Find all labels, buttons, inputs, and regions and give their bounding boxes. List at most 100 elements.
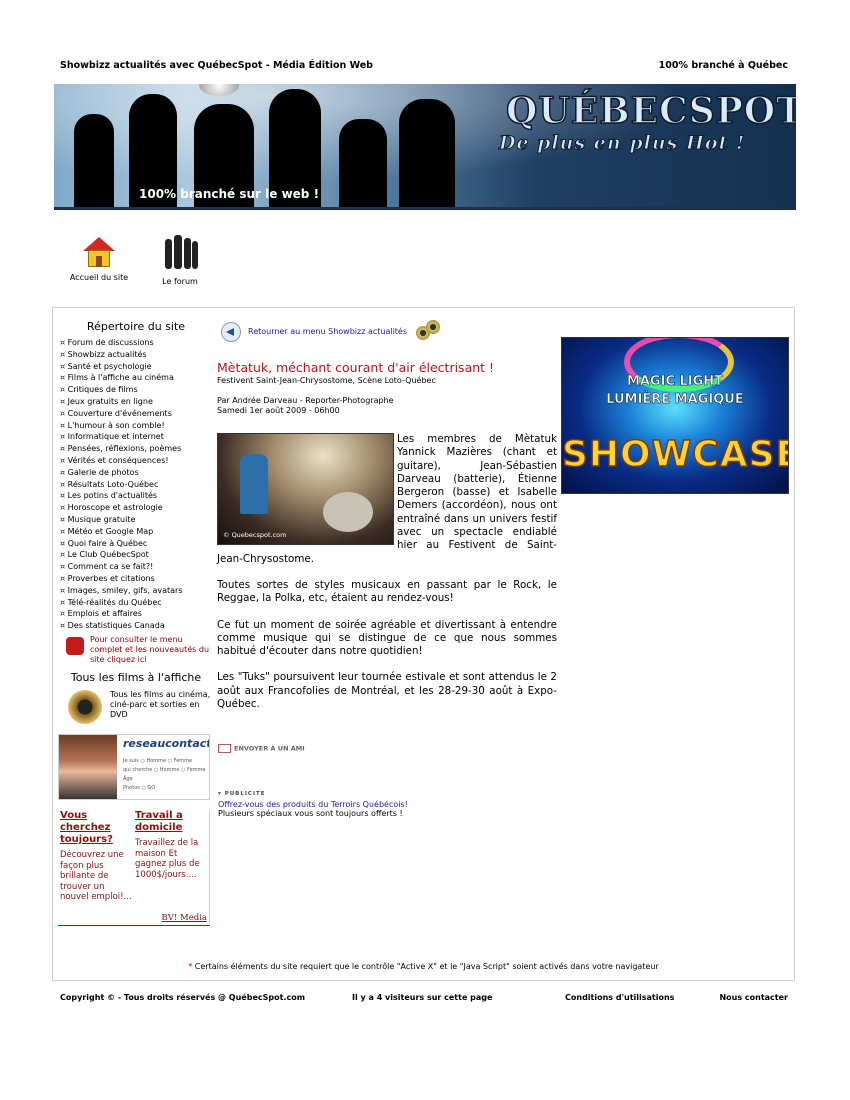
full-menu-link[interactable]: Pour consulter le menu complet et les no… (60, 635, 212, 665)
showcase-ad[interactable]: MAGIC LIGHT LUMIÈRE MAGIQUE SHOWCASE (561, 337, 789, 494)
publicity-link[interactable]: Offrez-vous des produits du Terroirs Qué… (218, 800, 408, 810)
sidebar-item[interactable]: Proverbes et citations (60, 573, 212, 585)
showcase-line1: MAGIC LIGHT (626, 374, 724, 390)
dancer-silhouette (339, 119, 387, 207)
sidebar-item[interactable]: Informatique et internet (60, 431, 212, 443)
sidebar-item[interactable]: Emplois et affaires (60, 608, 212, 620)
photo-drums (323, 492, 373, 532)
article: Retourner au menu Showbizz actualités Mè… (217, 320, 557, 724)
sidebar-item[interactable]: Pensées, réflexions, poèmes (60, 443, 212, 455)
sidebar-item[interactable]: Musique gratuite (60, 514, 212, 526)
full-menu-text: Pour consulter le menu complet et les no… (90, 634, 210, 664)
site-directory: Forum de discussionsShowbizz actualitésS… (60, 337, 212, 632)
films-heading: Tous les films à l'affiche (70, 670, 202, 684)
send-to-friend-label[interactable]: ENVOYER À UN AMI (234, 745, 305, 753)
ad-portrait (59, 735, 117, 799)
publicity-tag-text: PUBLICITE (224, 791, 266, 797)
showcase-line2: LUMIÈRE MAGIQUE (606, 392, 744, 408)
footer-conditions-link[interactable]: Conditions d'utilisations (565, 993, 674, 1002)
sidebar-item[interactable]: Galerie de photos (60, 467, 212, 479)
back-arrow-icon[interactable] (221, 322, 241, 342)
sidebar-item[interactable]: Des statistiques Canada (60, 620, 212, 632)
sidebar-item[interactable]: Jeux gratuits en ligne (60, 396, 212, 408)
ad-job[interactable]: Vous cherchez toujours? Découvrez une fa… (60, 810, 134, 903)
send-to-friend[interactable]: ENVOYER À UN AMI (218, 744, 305, 758)
envelope-icon (218, 744, 231, 753)
sidebar-item[interactable]: Résultats Loto-Québec (60, 479, 212, 491)
photo-credit: © Quebecspot.com (223, 530, 287, 539)
banner-logo: QUÉBECSPOT (505, 89, 796, 133)
article-date: Samedi 1er août 2009 - 06h00 (217, 406, 340, 415)
back-link-text[interactable]: Retourner au menu Showbizz actualités (248, 327, 407, 336)
article-paragraph: Les "Tuks" poursuivent leur tournée esti… (217, 671, 557, 711)
bv-media-link[interactable]: BV! Media (162, 913, 207, 923)
ad-search-form[interactable]: Je suis ○ Homme ○ Femme qui cherche ○ Ho… (123, 757, 205, 793)
notice-asterisk: * (188, 962, 193, 971)
footer-copyright: Copyright © - Tous droits réservés @ Qué… (60, 993, 306, 1002)
reseaucontact-ad[interactable]: reseaucontact.com Je suis ○ Homme ○ Femm… (58, 734, 210, 800)
article-subtitle: Festivent Saint-Jean-Chrysostome, Scène … (217, 376, 436, 385)
sidebar-item[interactable]: Critiques de films (60, 384, 212, 396)
ad-form-row: Photos ○ GO (123, 785, 156, 791)
house-icon (82, 235, 116, 269)
sidebar-item[interactable]: Santé et psychologie (60, 361, 212, 373)
browser-notice: * Certains éléments du site requiert que… (52, 962, 795, 971)
forum-link[interactable]: Le forum (152, 235, 208, 286)
sidebar-item[interactable]: Horoscope et astrologie (60, 502, 212, 514)
ad-home-work-body: Travaillez de la maison Et gagnez plus d… (135, 838, 200, 880)
top-bar: Showbizz actualités avec QuébecSpot - Mé… (60, 60, 788, 74)
ad-form-row: Je suis ○ Homme ○ Femme (123, 758, 193, 764)
home-label: Accueil du site (69, 273, 129, 282)
article-body: © Quebecspot.com Les membres de Mètatuk … (217, 433, 557, 711)
banner-slogan: De plus en plus Hot ! (498, 132, 746, 155)
home-link[interactable]: Accueil du site (60, 235, 138, 282)
publicity-tag: ▾ PUBLICITE (218, 791, 266, 797)
sidebar-title: Répertoire du site (86, 320, 186, 333)
sidebar-item[interactable]: Le Club QuébecSpot (60, 549, 212, 561)
showcase-line3: SHOWCASE (562, 433, 789, 476)
banner-tagline: 100% branché sur le web ! (139, 187, 320, 201)
sidebar-item[interactable]: Télé-réalités du Québec (60, 597, 212, 609)
publicity-block: ▾ PUBLICITE Offrez-vous des produits du … (218, 790, 408, 819)
sidebar: Répertoire du site Forum de discussionsS… (60, 320, 212, 726)
sidebar-item[interactable]: Comment ca se fait?! (60, 561, 212, 573)
sidebar-item[interactable]: Les potins d'actualités (60, 490, 212, 502)
sidebar-item[interactable]: Forum de discussions (60, 337, 212, 349)
film-camera-icon (414, 320, 442, 346)
site-motto: 100% branché à Québec (658, 60, 788, 71)
ad-job-body: Découvrez une façon plus brillante de tr… (60, 850, 132, 902)
sidebar-item[interactable]: Vérités et conséquences! (60, 455, 212, 467)
sidebar-item[interactable]: L'humour à son comble! (60, 420, 212, 432)
ad-home-work[interactable]: Travail a domicile Travaillez de la mais… (135, 810, 209, 880)
reseaucontact-logo: reseaucontact.com (123, 737, 209, 750)
publicity-text: Plusieurs spéciaux vous sont toujours of… (218, 809, 403, 818)
ad-job-title[interactable]: Vous cherchez toujours? (60, 810, 134, 846)
films-text: Tous les films au cinéma, ciné-parc et s… (110, 689, 211, 719)
back-to-menu[interactable]: Retourner au menu Showbizz actualités (217, 320, 557, 346)
article-paragraph: Ce fut un moment de soirée agréable et d… (217, 618, 557, 658)
sidebar-item[interactable]: Quoi faire à Québec (60, 538, 212, 550)
photo-guitarist (240, 454, 268, 514)
site-banner[interactable]: QUÉBECSPOT De plus en plus Hot ! 100% br… (54, 84, 796, 210)
sidebar-item[interactable]: Images, smiley, gifs, avatars (60, 585, 212, 597)
forum-people-icon (161, 235, 199, 273)
article-paragraph: Toutes sortes de styles musicaux en pass… (217, 578, 557, 605)
notice-text: Certains éléments du site requiert que l… (194, 962, 659, 971)
sidebar-item[interactable]: Showbizz actualités (60, 349, 212, 361)
pushpin-icon (66, 636, 84, 655)
text-ads: Vous cherchez toujours? Découvrez une fa… (58, 810, 210, 926)
concert-photo: © Quebecspot.com (217, 433, 394, 545)
ad-form-row: Âge (123, 776, 133, 782)
ad-home-work-title[interactable]: Travail a domicile (135, 810, 209, 834)
sidebar-item[interactable]: Météo et Google Map (60, 526, 212, 538)
films-link[interactable]: Tous les films au cinéma, ciné-parc et s… (60, 689, 212, 726)
sidebar-item[interactable]: Couverture d'événements (60, 408, 212, 420)
footer-contact-link[interactable]: Nous contacter (719, 993, 788, 1002)
article-author: Par Andrée Darveau - Reporter-Photograph… (217, 396, 394, 405)
ad-form-row: qui cherche ○ Homme ○ Femme (123, 767, 206, 773)
site-title: Showbizz actualités avec QuébecSpot - Mé… (60, 60, 373, 71)
footer: Copyright © - Tous droits réservés @ Qué… (60, 993, 788, 1005)
article-title: Mètatuk, méchant courant d'air électrisa… (217, 360, 495, 375)
article-byline: Par Andrée Darveau - Reporter-Photograph… (217, 396, 557, 416)
sidebar-item[interactable]: Films à l'affiche au cinéma (60, 372, 212, 384)
